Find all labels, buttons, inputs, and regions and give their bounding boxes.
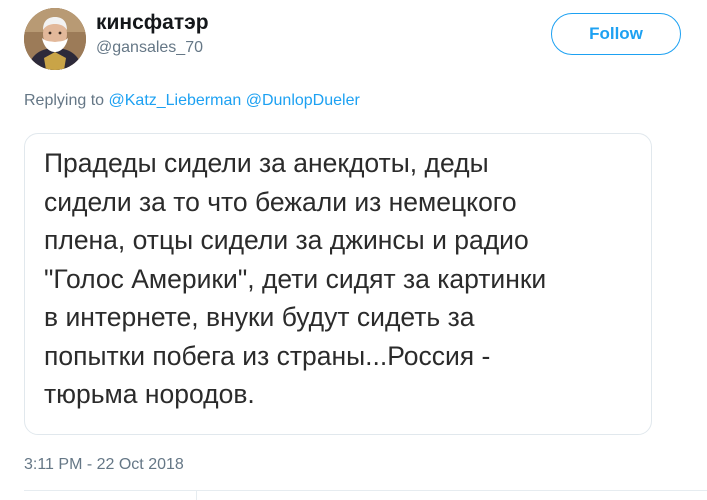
image-text-line: в интернете, внуки будут сидеть за <box>44 302 475 332</box>
follow-button[interactable]: Follow <box>551 13 681 55</box>
replying-to-label: Replying to <box>24 92 105 109</box>
image-text-line: попытки побега из страны...Россия - <box>44 340 491 371</box>
replying-to: Replying to @Katz_Lieberman @DunlopDuele… <box>24 91 360 111</box>
image-text-line: плена, отцы сидели за джинсы и радио <box>44 225 529 255</box>
divider <box>24 490 707 491</box>
image-text-line: сидели за то что бежали из немецкого <box>44 186 517 217</box>
tweet-media-image[interactable]: Прадеды сидели за анекдоты, деды сидели … <box>24 133 652 435</box>
user-handle[interactable]: @gansales_70 <box>96 38 203 58</box>
reply-mention-link[interactable]: @Katz_Lieberman <box>109 92 242 109</box>
divider <box>196 490 197 500</box>
portrait-avatar-icon <box>24 8 86 70</box>
image-text-line: Прадеды сидели за анекдоты, деды <box>44 148 489 178</box>
image-text-line: "Голос Америки", дети сидят за картинки <box>44 263 547 294</box>
avatar[interactable] <box>24 8 86 70</box>
image-text: Прадеды сидели за анекдоты, деды сидели … <box>44 144 651 414</box>
image-text-line: тюрьма нородов. <box>44 379 255 409</box>
display-name[interactable]: кинсфатэр <box>96 10 209 36</box>
reply-mention-link[interactable]: @DunlopDueler <box>246 92 360 109</box>
tweet-timestamp[interactable]: 3:11 PM - 22 Oct 2018 <box>24 455 184 475</box>
